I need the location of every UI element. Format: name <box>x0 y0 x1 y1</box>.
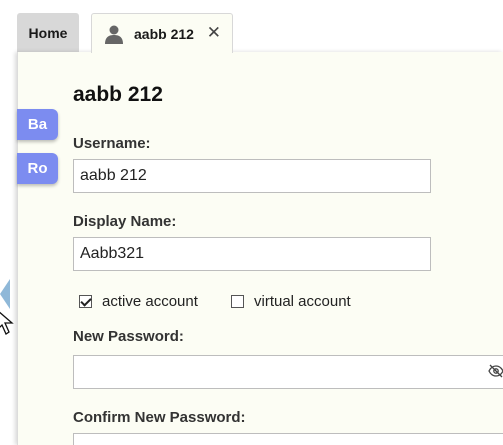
active-account-checkbox[interactable] <box>79 295 92 308</box>
user-icon <box>105 25 123 44</box>
username-field[interactable] <box>73 159 431 193</box>
confirm-password-field[interactable] <box>73 433 503 445</box>
virtual-account-label: virtual account <box>254 293 351 310</box>
checkmark-icon <box>80 295 92 307</box>
active-account-label: active account <box>102 293 198 310</box>
side-button-ba-label: Ba <box>27 116 48 133</box>
mouse-cursor-icon <box>0 311 14 335</box>
tab-active-label: aabb 212 <box>134 25 194 42</box>
display-name-field[interactable] <box>73 237 431 271</box>
active-account-option[interactable]: active account <box>79 293 198 310</box>
side-button-ro[interactable]: Ro <box>17 153 58 184</box>
confirm-password-label: Confirm New Password: <box>73 409 246 426</box>
close-icon[interactable]: ✕ <box>207 24 221 41</box>
tab-home[interactable]: Home <box>17 13 79 52</box>
page-title: aabb 212 <box>73 83 163 106</box>
side-button-ba[interactable]: Ba <box>17 109 58 140</box>
tab-home-label: Home <box>28 24 68 41</box>
virtual-account-option[interactable]: virtual account <box>231 293 351 310</box>
arrow-left-icon[interactable] <box>0 279 10 309</box>
display-name-label: Display Name: <box>73 213 177 230</box>
eye-slash-icon[interactable] <box>488 364 503 378</box>
tab-user-aabb-212[interactable]: aabb 212 ✕ <box>91 13 233 53</box>
app-root: Home aabb 212 ✕ Ba Ro aabb 212 Username:… <box>0 0 503 445</box>
username-label: Username: <box>73 135 151 152</box>
virtual-account-checkbox[interactable] <box>231 295 244 308</box>
tab-bar: Home aabb 212 ✕ <box>0 0 503 53</box>
side-button-ro-label: Ro <box>27 160 48 177</box>
new-password-field[interactable] <box>73 355 503 389</box>
new-password-label: New Password: <box>73 328 184 345</box>
